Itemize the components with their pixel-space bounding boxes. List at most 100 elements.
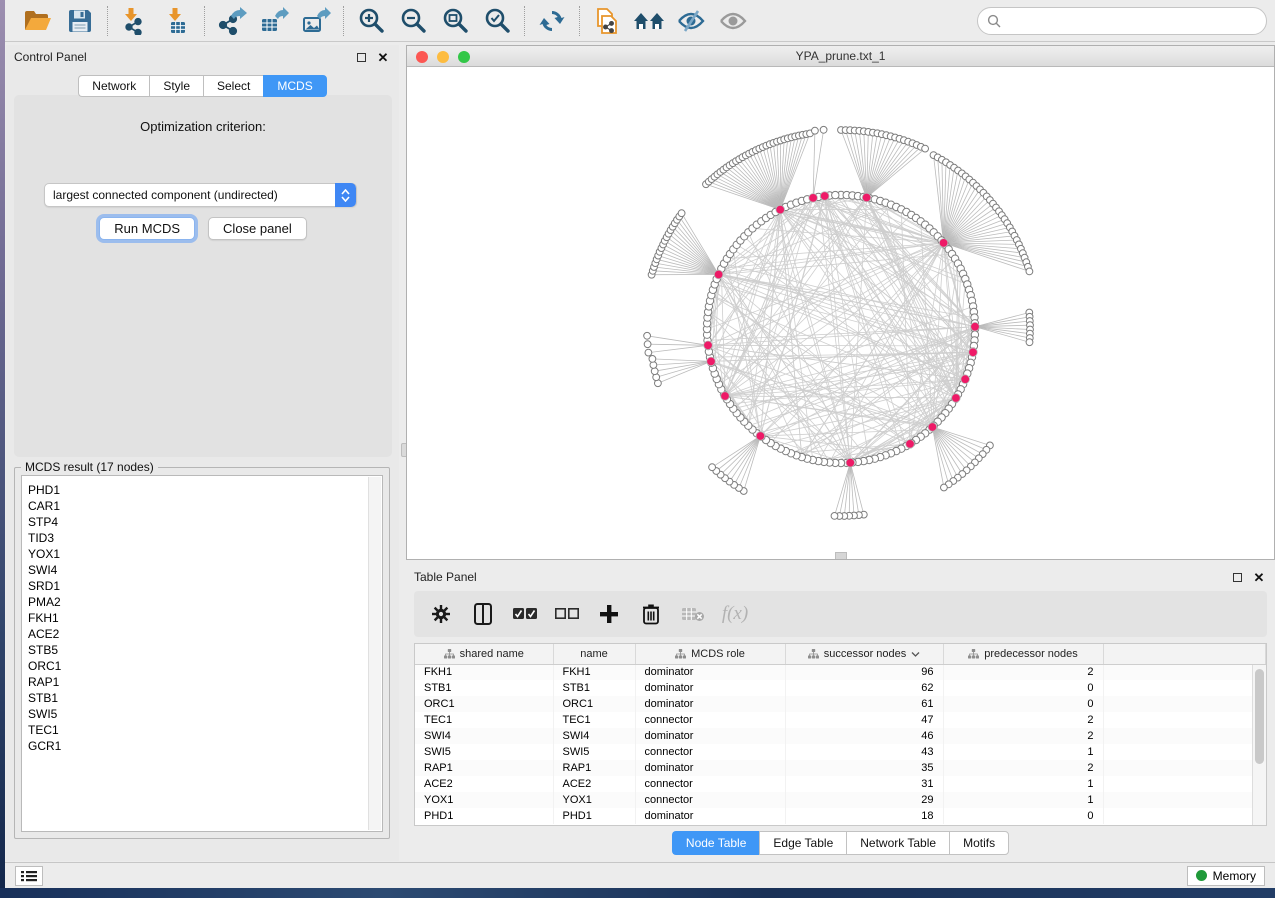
mcds-result-node[interactable]: RAP1 [22,674,382,690]
table-panel-header: Table Panel ✕ [406,565,1275,589]
column-header-predecessor-nodes[interactable]: predecessor nodes [943,644,1103,664]
float-panel-icon[interactable] [353,49,369,65]
mcds-result-node[interactable]: GCR1 [22,738,382,754]
tab-network-table[interactable]: Network Table [846,831,949,855]
mcds-result-node[interactable]: FKH1 [22,610,382,626]
export-image-button[interactable] [299,4,333,38]
mcds-result-node[interactable]: ORC1 [22,658,382,674]
mcds-result-node[interactable]: TEC1 [22,722,382,738]
zoom-in-button[interactable] [354,4,388,38]
close-panel-icon[interactable]: ✕ [375,49,391,65]
task-history-button[interactable] [15,866,43,886]
export-network-icon [217,7,247,35]
mcds-result-node[interactable]: PMA2 [22,594,382,610]
export-table-icon [259,7,289,35]
table-row[interactable]: RAP1RAP1dominator352 [415,760,1266,776]
table-row[interactable]: STB1STB1dominator620 [415,680,1266,696]
network-canvas[interactable] [407,68,1274,559]
mcds-result-node[interactable]: YOX1 [22,546,382,562]
table-tabbar: Node TableEdge TableNetwork TableMotifs [406,830,1275,856]
column-header-MCDS-role[interactable]: MCDS role [635,644,785,664]
cytoscape-window: Control Panel ✕ NetworkStyleSelectMCDS O… [5,0,1275,888]
table-scrollbar-thumb[interactable] [1255,669,1264,764]
open-file-button[interactable] [21,4,55,38]
select-all-rows-button[interactable] [512,601,538,627]
close-window-icon[interactable] [416,51,428,63]
table-row[interactable]: SWI4SWI4dominator462 [415,728,1266,744]
mcds-result-list[interactable]: PHD1CAR1STP4TID3YOX1SWI4SRD1PMA2FKH1ACE2… [21,475,383,832]
table-row[interactable]: PHD1PHD1dominator180 [415,808,1266,824]
mcds-result-node[interactable]: STB1 [22,690,382,706]
canvas-splitter-handle[interactable] [835,552,847,559]
show-all-button[interactable] [716,4,750,38]
first-neighbors-button[interactable] [632,4,666,38]
table-row[interactable]: ACE2ACE2connector311 [415,776,1266,792]
search-input[interactable] [1006,14,1257,28]
run-mcds-button[interactable]: Run MCDS [99,217,195,240]
mcds-result-node[interactable]: SWI5 [22,706,382,722]
minimize-window-icon[interactable] [437,51,449,63]
refresh-layout-button[interactable] [535,4,569,38]
hide-selected-button[interactable] [674,4,708,38]
mcds-result-node[interactable]: STB5 [22,642,382,658]
deselect-all-rows-button[interactable] [554,601,580,627]
network-graph[interactable] [407,68,1274,559]
mcds-result-node[interactable]: SWI4 [22,562,382,578]
mcds-result-node[interactable]: STP4 [22,514,382,530]
zoom-selected-button[interactable] [480,4,514,38]
mcds-result-node[interactable]: ACE2 [22,626,382,642]
save-session-icon [67,8,93,34]
table-row[interactable]: ORC1ORC1dominator610 [415,696,1266,712]
desktop-wallpaper-strip [0,888,1275,898]
close-table-panel-icon[interactable]: ✕ [1251,569,1267,585]
table-row[interactable]: FKH1FKH1dominator962 [415,664,1266,680]
table-row[interactable]: YOX1YOX1connector291 [415,792,1266,808]
search-box[interactable] [977,7,1267,35]
export-table-button[interactable] [257,4,291,38]
optimization-criterion-value: largest connected component (undirected) [53,188,278,202]
zoom-fit-button[interactable] [438,4,472,38]
table-panel-title: Table Panel [414,570,477,584]
table-row[interactable]: TEC1TEC1connector472 [415,712,1266,728]
tab-mcds[interactable]: MCDS [263,75,326,97]
import-network-button[interactable] [118,4,152,38]
delete-columns-button[interactable] [638,601,664,627]
tab-style[interactable]: Style [149,75,203,97]
first-neighbors-icon [633,9,665,33]
delete-table-button [680,601,706,627]
mcds-result-node[interactable]: TID3 [22,530,382,546]
mcds-result-node[interactable]: SRD1 [22,578,382,594]
column-header-shared-name[interactable]: shared name [415,644,553,664]
mcds-result-node[interactable]: CAR1 [22,498,382,514]
tab-node-table[interactable]: Node Table [672,831,760,855]
clone-network-button[interactable] [590,4,624,38]
export-network-button[interactable] [215,4,249,38]
add-column-button[interactable] [596,601,622,627]
column-header-name[interactable]: name [553,644,635,664]
settings-gear-button[interactable] [428,601,454,627]
zoom-out-button[interactable] [396,4,430,38]
table-row[interactable]: SWI5SWI5connector431 [415,744,1266,760]
memory-button[interactable]: Memory [1187,866,1265,886]
show-all-icon [718,9,748,33]
close-panel-button[interactable]: Close panel [208,217,307,240]
tab-motifs[interactable]: Motifs [949,831,1009,855]
result-list-scrollbar[interactable] [368,477,381,830]
optimization-criterion-select[interactable]: largest connected component (undirected) [44,183,357,207]
save-session-button[interactable] [63,4,97,38]
table-toolbar: f(x) [414,591,1267,637]
maximize-window-icon[interactable] [458,51,470,63]
mcds-result-node[interactable]: PHD1 [22,482,382,498]
import-table-button[interactable] [160,4,194,38]
tab-select[interactable]: Select [203,75,263,97]
tab-network[interactable]: Network [78,75,149,97]
network-window-titlebar[interactable]: YPA_prune.txt_1 [407,46,1274,67]
toolbar-separator [107,6,108,36]
column-panel-button[interactable] [470,601,496,627]
tab-edge-table[interactable]: Edge Table [759,831,846,855]
function-builder-button: f(x) [722,601,748,627]
column-header-successor-nodes[interactable]: successor nodes [785,644,943,664]
table-scrollbar[interactable] [1252,665,1266,825]
float-table-panel-icon[interactable] [1229,569,1245,585]
zoom-out-icon [400,7,427,34]
